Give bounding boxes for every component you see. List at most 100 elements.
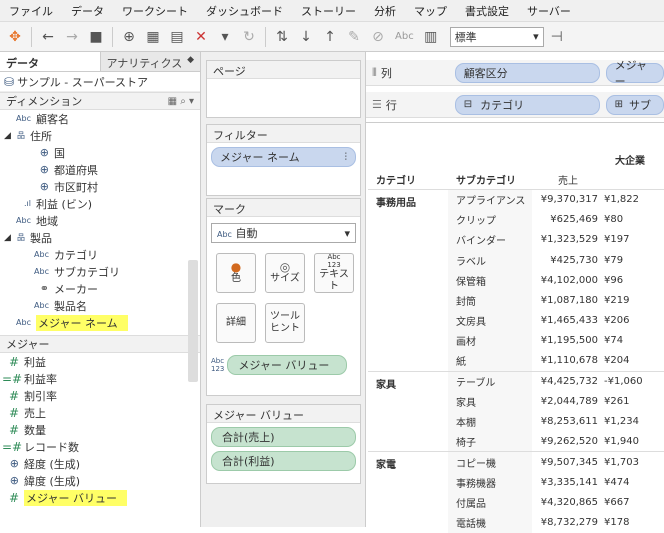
scrollbar[interactable] — [188, 260, 198, 382]
menu-item[interactable]: 書式設定 — [456, 3, 518, 19]
mark-pill[interactable]: メジャー バリュー — [227, 355, 348, 375]
collapse-triangle-icon[interactable]: ◢ — [4, 233, 14, 243]
field-label: 利益 — [24, 355, 46, 369]
dimension-field[interactable]: ◢ 品製品 — [0, 229, 200, 246]
subcategory-cell: テーブル — [448, 370, 532, 392]
detail-button[interactable]: 詳細 — [216, 303, 256, 343]
measure-values-pills: 合計(売上) 合計(利益) — [207, 423, 360, 479]
subcategory-cell: コピー機 — [448, 451, 532, 472]
text-encoding-icon: Abc 123 — [211, 357, 225, 373]
dimension-field[interactable]: ⊕ 市区町村 — [0, 178, 200, 195]
menu-item[interactable]: ストーリー — [292, 3, 365, 19]
dimension-field[interactable]: Abc 地域 — [0, 212, 200, 229]
number-icon: # — [8, 354, 19, 369]
tab-analytics[interactable]: アナリティクス ◆ — [99, 52, 200, 71]
mark-type-select[interactable]: Abc 自動 ▾ — [211, 223, 356, 243]
new-datasource-icon[interactable]: ⊕ — [118, 26, 140, 48]
crosstab-view: 大企業 カテゴリ サブカテゴリ 売上 事務用品 アプライアンス ¥9,370,317… — [366, 122, 664, 533]
clear-sheet-icon[interactable]: ✕ — [190, 26, 212, 48]
dimension-field[interactable]: ⚭ メーカー — [0, 280, 200, 297]
view-options-icon[interactable]: ▦ ⌕ ▾ — [168, 96, 194, 107]
duplicate-sheet-icon[interactable]: ▤ — [166, 26, 188, 48]
dimension-field[interactable]: Abc 顧客名 — [0, 110, 200, 127]
fix-axes-icon[interactable]: ⊣ — [546, 26, 568, 48]
menu-item[interactable]: ファイル — [0, 3, 62, 19]
fit-select[interactable]: 標準 ▾ — [449, 26, 544, 47]
save-icon[interactable]: ■ — [85, 26, 107, 48]
subcategory-cell: アプライアンス — [448, 188, 532, 210]
profit-cell: ¥1,940 — [604, 435, 639, 447]
new-worksheet-icon[interactable]: ▦ — [142, 26, 164, 48]
sort-descending-icon[interactable]: ↑ — [319, 26, 341, 48]
swap-icon[interactable]: ⇅ — [271, 26, 293, 48]
measure-field[interactable]: =# レコード数 — [0, 438, 200, 455]
color-button[interactable]: ● 色 — [216, 253, 256, 293]
measure-field[interactable]: ⊕ 経度 (生成) — [0, 455, 200, 472]
row-pill-subcategory[interactable]: ⊞ サブ — [605, 94, 664, 115]
measure-value-pill[interactable]: 合計(利益) — [211, 451, 356, 471]
profit-cell: -¥1,060 — [604, 370, 664, 392]
pages-card[interactable]: ページ — [206, 60, 361, 118]
measure-field[interactable]: # 売上 — [0, 404, 200, 421]
rows-shelf[interactable]: ☰ 行 ⊟ カテゴリ ⊞ サブ — [366, 92, 664, 118]
menu-item[interactable]: 分析 — [365, 3, 405, 19]
measure-field[interactable]: =# 利益率 — [0, 370, 200, 387]
dimension-field[interactable]: ⊕ 国 — [0, 144, 200, 161]
column-header-category: カテゴリ — [376, 175, 416, 187]
redo-icon[interactable]: → — [61, 26, 83, 48]
filters-card[interactable]: フィルター メジャー ネーム ⫶ — [206, 124, 361, 196]
abc-icon: Abc — [16, 318, 31, 327]
menu-item[interactable]: サーバー — [518, 3, 580, 19]
highlight-icon[interactable]: ✎ — [343, 26, 365, 48]
globe-icon: ⊕ — [9, 457, 19, 470]
text-button[interactable]: Abc 123 テキスト — [314, 253, 354, 293]
columns-shelf[interactable]: ⦀ 列 顧客区分 メジャー — [366, 59, 664, 88]
column-pill-segment[interactable]: 顧客区分 — [454, 62, 600, 83]
field-label: 売上 — [24, 406, 46, 420]
menu-item[interactable]: ダッシュボード — [197, 3, 292, 19]
menu-bar: ファイル データ ワークシート ダッシュボード ストーリー 分析 マップ 書式設定 サーバー — [0, 0, 664, 22]
globe-icon: ⊕ — [39, 180, 49, 193]
measure-field[interactable]: # 割引率 — [0, 387, 200, 404]
menu-item[interactable]: ワークシート — [113, 3, 197, 19]
rows-label: 行 — [385, 98, 397, 112]
row-pill-category[interactable]: ⊟ カテゴリ — [454, 94, 600, 115]
pane-menu-icon[interactable]: ◆ — [187, 55, 194, 68]
tableau-logo-icon[interactable]: ✥ — [4, 26, 26, 48]
column-pill-label: メジャー — [614, 58, 648, 88]
tab-data[interactable]: データ — [0, 52, 100, 71]
group-icon[interactable]: ⊘ — [367, 26, 389, 48]
column-pill-measure[interactable]: メジャー — [605, 59, 664, 88]
dimension-field[interactable]: Abc メジャー ネーム — [0, 314, 200, 331]
datasource-item[interactable]: ⛁ サンプル - スーパーストア — [0, 72, 200, 92]
sort-ascending-icon[interactable]: ↓ — [295, 26, 317, 48]
filter-pill[interactable]: メジャー ネーム ⫶ — [211, 147, 356, 167]
collapse-triangle-icon[interactable]: ◢ — [4, 131, 14, 141]
menu-item[interactable]: データ — [62, 3, 113, 19]
measure-field[interactable]: # メジャー バリュー — [0, 489, 200, 506]
dimension-field[interactable]: Abc カテゴリ — [0, 246, 200, 263]
dimension-field[interactable]: ◢ 品住所 — [0, 127, 200, 144]
collapse-icon[interactable]: ⊟ — [464, 99, 472, 110]
datasource-icon: ⛁ — [4, 74, 15, 89]
labels-abc[interactable]: Abc — [391, 31, 418, 42]
measure-value-pill[interactable]: 合計(売上) — [211, 427, 356, 447]
fit-icon[interactable]: ▥ — [420, 26, 442, 48]
dimension-field[interactable]: .ıl 利益 (ビン) — [0, 195, 200, 212]
measure-field[interactable]: ⊕ 緯度 (生成) — [0, 472, 200, 489]
columns-icon: ⦀ — [372, 65, 377, 79]
profit-cell: ¥219 — [604, 294, 630, 306]
size-button[interactable]: ◎ サイズ — [265, 253, 305, 293]
expand-icon[interactable]: ⊞ — [615, 99, 623, 110]
menu-item[interactable]: マップ — [405, 3, 456, 19]
auto-update-icon[interactable]: ↻ — [238, 26, 260, 48]
dimension-field[interactable]: ⊕ 都道府県 — [0, 161, 200, 178]
tooltip-button[interactable]: ツール ヒント — [265, 303, 305, 343]
datasource-refresh-icon[interactable]: ▾ — [214, 26, 236, 48]
dimension-field[interactable]: Abc サブカテゴリ — [0, 263, 200, 280]
measure-field[interactable]: # 利益 — [0, 353, 200, 370]
measure-field[interactable]: # 数量 — [0, 421, 200, 438]
dimension-field[interactable]: Abc 製品名 — [0, 297, 200, 314]
text-icon: Abc 123 — [327, 253, 341, 269]
undo-icon[interactable]: ← — [37, 26, 59, 48]
